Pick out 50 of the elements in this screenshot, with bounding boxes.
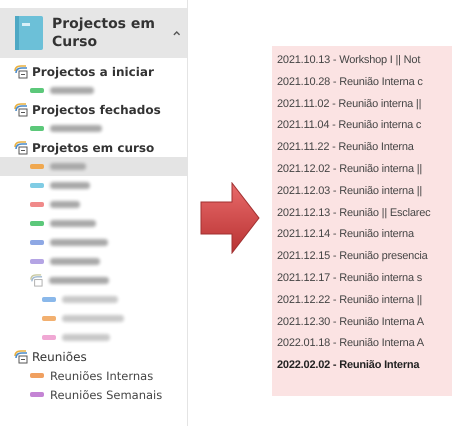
blurred-text	[50, 182, 90, 189]
meeting-item[interactable]: 2021.12.13 - Reunião || Esclarec	[277, 202, 452, 224]
section-item[interactable]: Reuniões	[0, 347, 187, 366]
meeting-item[interactable]: 2022.02.02 - Reunião Interna	[277, 355, 452, 377]
blurred-text	[62, 296, 118, 303]
meeting-item[interactable]: 2021.12.15 - Reunião presencia	[277, 246, 452, 268]
section-item[interactable]: Projectos fechados	[0, 100, 187, 119]
blurred-text	[62, 315, 124, 322]
section-label: Projectos a iniciar	[32, 64, 154, 78]
blurred-text	[50, 87, 94, 94]
meeting-item[interactable]: 2021.11.22 - Reunião Interna	[277, 137, 452, 159]
meeting-item[interactable]: 2021.12.22 - Reunião interna ||	[277, 290, 452, 312]
blurred-text	[50, 201, 80, 208]
calendar-item[interactable]: Reuniões Semanais	[0, 385, 187, 404]
meeting-item[interactable]: 2021.11.04 - Reunião interna c	[277, 115, 452, 138]
calendar-group-icon	[30, 274, 43, 287]
blurred-text	[50, 239, 108, 246]
calendar-item[interactable]	[0, 157, 187, 176]
calendar-group-icon	[14, 102, 28, 116]
right-arrow-icon	[200, 182, 260, 254]
meeting-item[interactable]: 2021.12.30 - Reunião Interna A	[277, 312, 452, 334]
calendar-group-icon	[14, 64, 28, 78]
meeting-item[interactable]: 2021.12.17 - Reunião interna s	[277, 268, 452, 290]
section-label: Projetos em curso	[32, 140, 154, 154]
blurred-text	[49, 277, 109, 284]
blurred-text	[50, 163, 86, 170]
meeting-item[interactable]: 2021.12.14 - Reunião interna	[277, 224, 452, 246]
calendar-group-icon	[14, 350, 28, 364]
calendar-label: Reuniões Semanais	[50, 388, 162, 402]
notebook-icon	[14, 15, 44, 51]
meeting-item[interactable]: 2021.12.03 - Reunião interna ||	[277, 180, 452, 203]
meeting-item[interactable]: 2021.11.02 - Reunião interna ||	[277, 94, 452, 116]
blurred-text	[50, 125, 102, 132]
blurred-text	[50, 220, 96, 227]
blurred-text	[50, 258, 100, 265]
section-item[interactable]: Projetos em curso	[0, 138, 187, 157]
meeting-item[interactable]: 2021.12.02 - Reunião interna ||	[277, 158, 452, 181]
chevron-icon[interactable]	[172, 29, 181, 37]
meeting-item[interactable]: 2022.01.18 - Reunião Interna A	[277, 333, 452, 356]
meeting-item[interactable]: 2021.10.28 - Reunião Interna c	[277, 72, 452, 94]
section-label: Reuniões	[32, 350, 87, 364]
blurred-text	[62, 334, 110, 341]
calendar-label: Reuniões Internas	[50, 368, 154, 382]
section-item[interactable]: Projectos a iniciar	[0, 62, 187, 81]
folder-title: Projectos em Curso	[52, 15, 156, 51]
section-label: Projectos fechados	[32, 102, 161, 116]
folder-header[interactable]: Projectos em Curso	[0, 8, 187, 58]
meeting-item[interactable]: 2021.10.13 - Workshop I || Not	[277, 50, 452, 72]
calendar-item[interactable]: Reuniões Internas	[0, 366, 187, 385]
calendar-group-icon	[14, 140, 28, 154]
